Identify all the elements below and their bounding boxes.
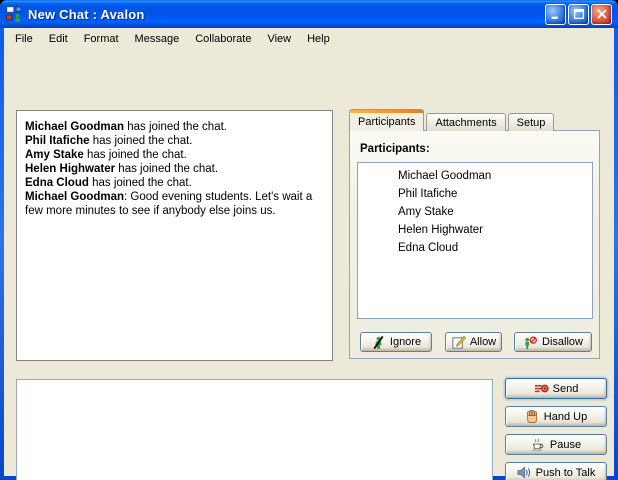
window-title: New Chat : Avalon [28,7,545,22]
chat-sender: Amy Stake [25,149,84,161]
hand-up-button[interactable]: Hand Up [505,406,607,427]
chat-message: Michael Goodman has joined the chat. [25,120,324,134]
chat-text: has joined the chat. [124,121,227,133]
chat-message: Michael Goodman: Good evening students. … [25,190,324,218]
chat-sender: Michael Goodman [25,191,124,203]
button-label: Push to Talk [536,467,596,479]
tab-strip: Participants Attachments Setup [349,109,554,131]
push-to-talk-button[interactable]: Push to Talk [505,462,607,480]
hand-icon [525,409,540,424]
participant-row[interactable]: Edna Cloud [358,239,592,257]
tab-setup[interactable]: Setup [508,113,555,131]
speaker-icon [517,465,532,480]
chat-message: Helen Highwater has joined the chat. [25,162,324,176]
button-label: Disallow [542,336,583,348]
menu-bar: File Edit Format Message Collaborate Vie… [4,28,614,49]
menu-item-file[interactable]: File [7,30,41,48]
message-input[interactable] [17,380,492,480]
coffee-cup-icon [531,437,546,452]
chat-sender: Helen Highwater [25,163,115,175]
button-label: Ignore [390,336,421,348]
button-label: Hand Up [544,411,587,423]
participants-panel: Participants: Michael Goodman Phil Itafi… [349,130,600,359]
participants-list[interactable]: Michael Goodman Phil Itafiche Amy Stake … [357,162,593,319]
participant-name: Amy Stake [398,206,454,218]
menu-item-collaborate[interactable]: Collaborate [187,30,259,48]
ignore-button[interactable]: Ignore [360,332,432,352]
chat-text: has joined the chat. [84,149,187,161]
button-label: Pause [550,439,581,451]
disallow-icon [523,335,538,350]
participant-name: Michael Goodman [398,170,491,182]
title-bar[interactable]: New Chat : Avalon [0,0,618,28]
close-icon [595,7,609,21]
menu-item-message[interactable]: Message [127,30,188,48]
participant-name: Helen Highwater [398,224,483,236]
app-window: New Chat : Avalon File Edit Format Messa… [0,0,618,480]
participants-label: Participants: [360,143,430,155]
chat-sender: Edna Cloud [25,177,89,189]
participant-name: Edna Cloud [398,242,458,254]
menu-item-format[interactable]: Format [76,30,127,48]
chat-message: Amy Stake has joined the chat. [25,148,324,162]
allow-icon [451,335,466,350]
maximize-button[interactable] [568,4,589,25]
tab-participants[interactable]: Participants [349,109,424,131]
participant-actions: Ignore Allow [360,332,592,352]
tab-label: Attachments [435,117,496,129]
minimize-icon [549,7,563,21]
pause-button[interactable]: Pause [505,434,607,455]
menu-item-view[interactable]: View [259,30,299,48]
window-controls [545,4,612,25]
button-label: Allow [470,336,496,348]
menu-item-help[interactable]: Help [299,30,338,48]
chat-message: Phil Itafiche has joined the chat. [25,134,324,148]
disallow-button[interactable]: Disallow [514,332,592,352]
participant-row[interactable]: Amy Stake [358,203,592,221]
participant-row[interactable]: Helen Highwater [358,221,592,239]
chat-text: has joined the chat. [89,177,192,189]
participant-row[interactable]: Michael Goodman [358,167,592,185]
close-button[interactable] [591,4,612,25]
chat-sender: Phil Itafiche [25,135,90,147]
participant-name: Phil Itafiche [398,188,457,200]
action-buttons: Send Hand Up [505,378,607,480]
tab-attachments[interactable]: Attachments [426,113,505,131]
participant-row[interactable]: Phil Itafiche [358,185,592,203]
send-button[interactable]: Send [505,378,607,399]
menu-item-edit[interactable]: Edit [41,30,76,48]
compose-area [16,379,493,480]
button-label: Send [553,383,579,395]
tab-label: Setup [517,117,546,129]
chat-sender: Michael Goodman [25,121,124,133]
minimize-button[interactable] [545,4,566,25]
chat-text: has joined the chat. [115,163,218,175]
chat-people-icon [6,6,23,23]
maximize-icon [572,7,586,21]
window-content: Michael Goodman has joined the chat. Phi… [4,49,614,476]
chat-text: has joined the chat. [90,135,193,147]
chat-log[interactable]: Michael Goodman has joined the chat. Phi… [16,110,333,361]
allow-button[interactable]: Allow [445,332,502,352]
ignore-icon [371,335,386,350]
send-icon [534,381,549,396]
chat-message: Edna Cloud has joined the chat. [25,176,324,190]
tab-label: Participants [358,116,415,128]
